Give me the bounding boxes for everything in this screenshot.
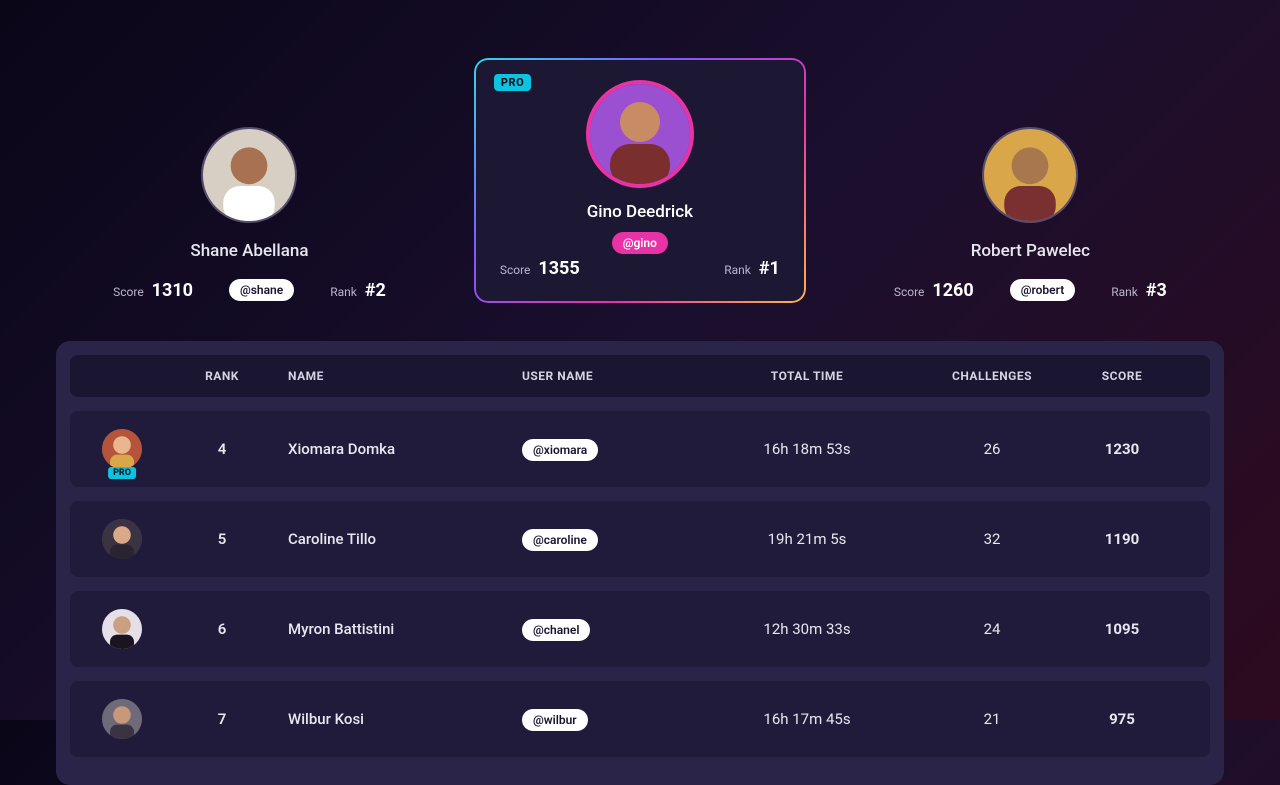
podium-name: Gino Deedrick	[500, 202, 780, 222]
col-rank: RANK	[162, 369, 282, 383]
avatar	[102, 699, 142, 739]
avatar	[102, 609, 142, 649]
pro-badge: PRO	[108, 467, 136, 479]
cell-challenges: 21	[922, 710, 1062, 728]
handle-pill[interactable]: @xiomara	[522, 439, 598, 461]
cell-time: 12h 30m 33s	[692, 620, 922, 638]
cell-username: @xiomara	[492, 440, 692, 458]
avatar	[201, 127, 297, 223]
cell-rank: 5	[162, 530, 282, 548]
cell-rank: 7	[162, 710, 282, 728]
avatar	[586, 80, 694, 188]
cell-challenges: 32	[922, 530, 1062, 548]
score-block: Score 1310	[113, 280, 193, 301]
cell-username: @chanel	[492, 620, 692, 638]
podium-stats: Score 1310 @shane Rank #2	[113, 279, 386, 301]
handle-pill[interactable]: @caroline	[522, 529, 598, 551]
cell-time: 16h 17m 45s	[692, 710, 922, 728]
cell-name: Myron Battistini	[282, 620, 492, 638]
rank-block: Rank #1	[724, 258, 780, 279]
rank-block: Rank #3	[1111, 280, 1167, 301]
cell-rank: 6	[162, 620, 282, 638]
table-row[interactable]: 5 Caroline Tillo @caroline 19h 21m 5s 32…	[70, 501, 1210, 577]
cell-name: Wilbur Kosi	[282, 710, 492, 728]
table-row[interactable]: 6 Myron Battistini @chanel 12h 30m 33s 2…	[70, 591, 1210, 667]
handle-pill[interactable]: @wilbur	[522, 709, 588, 731]
handle-pill[interactable]: @robert	[1010, 279, 1076, 301]
handle-pill[interactable]: @shane	[229, 279, 294, 301]
col-score: SCORE	[1062, 369, 1182, 383]
rank-block: Rank #2	[330, 280, 386, 301]
table-row[interactable]: 7 Wilbur Kosi @wilbur 16h 17m 45s 21 975	[70, 681, 1210, 757]
leaderboard-table: RANK NAME USER NAME TOTAL TIME CHALLENGE…	[56, 341, 1224, 785]
podium-card-second[interactable]: Shane Abellana Score 1310 @shane Rank #2	[113, 127, 386, 301]
col-name: NAME	[282, 369, 492, 383]
pro-badge: PRO	[494, 74, 531, 91]
cell-rank: 4	[162, 440, 282, 458]
table-row[interactable]: PRO 4 Xiomara Domka @xiomara 16h 18m 53s…	[70, 411, 1210, 487]
podium-stats: Score 1260 @robert Rank #3	[894, 279, 1167, 301]
cell-time: 16h 18m 53s	[692, 440, 922, 458]
score-block: Score 1355	[500, 258, 580, 279]
podium-card-first[interactable]: PRO Gino Deedrick @gino Score 1355 Rank …	[476, 60, 804, 301]
col-challenges: CHALLENGES	[922, 369, 1062, 383]
podium-card-third[interactable]: Robert Pawelec Score 1260 @robert Rank #…	[894, 127, 1167, 301]
score-block: Score 1260	[894, 280, 974, 301]
handle-pill[interactable]: @chanel	[522, 619, 590, 641]
cell-score: 975	[1062, 710, 1182, 728]
col-total-time: TOTAL TIME	[692, 369, 922, 383]
cell-score: 1230	[1062, 440, 1182, 458]
cell-score: 1095	[1062, 620, 1182, 638]
handle-pill[interactable]: @gino	[612, 232, 668, 254]
podium-name: Robert Pawelec	[971, 241, 1090, 261]
cell-name: Xiomara Domka	[282, 440, 492, 458]
avatar	[982, 127, 1078, 223]
avatar: PRO	[102, 429, 142, 469]
table-header: RANK NAME USER NAME TOTAL TIME CHALLENGE…	[70, 355, 1210, 397]
avatar	[102, 519, 142, 559]
leaderboard-podium: Shane Abellana Score 1310 @shane Rank #2…	[0, 0, 1280, 341]
cell-name: Caroline Tillo	[282, 530, 492, 548]
cell-score: 1190	[1062, 530, 1182, 548]
col-username: USER NAME	[492, 369, 692, 383]
cell-time: 19h 21m 5s	[692, 530, 922, 548]
cell-challenges: 24	[922, 620, 1062, 638]
cell-challenges: 26	[922, 440, 1062, 458]
podium-name: Shane Abellana	[190, 241, 308, 261]
cell-username: @wilbur	[492, 710, 692, 728]
cell-username: @caroline	[492, 530, 692, 548]
